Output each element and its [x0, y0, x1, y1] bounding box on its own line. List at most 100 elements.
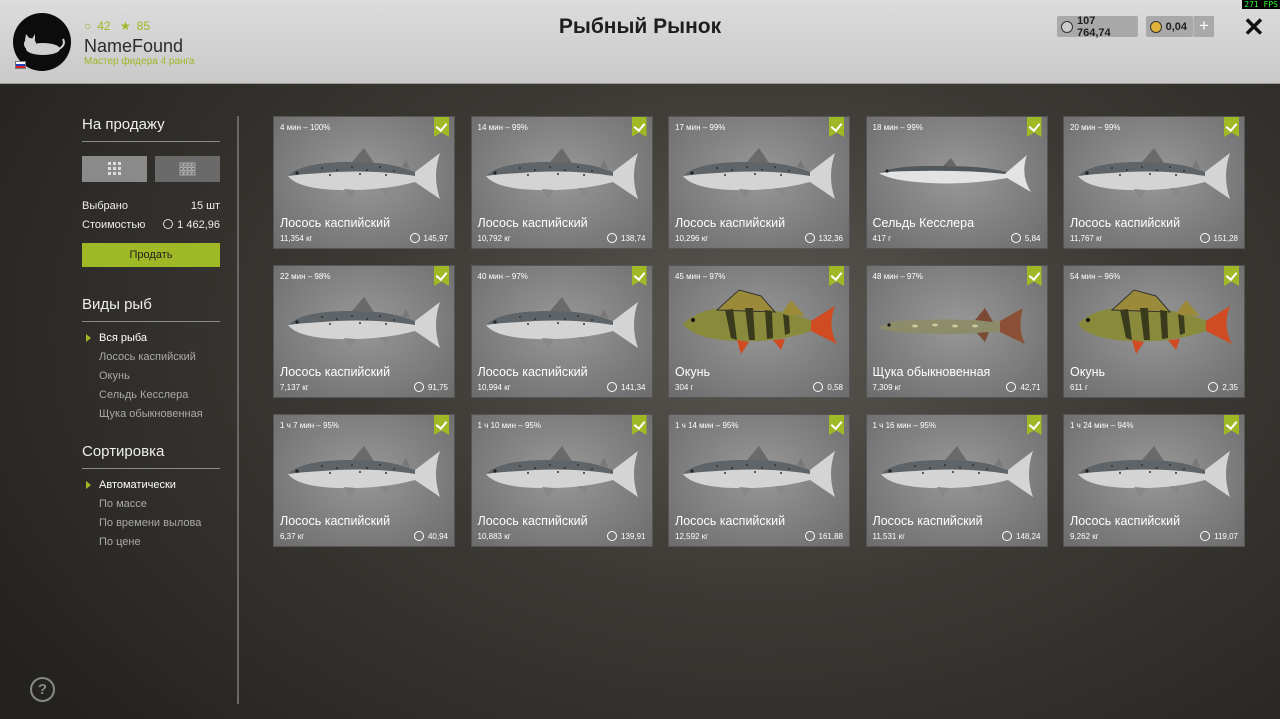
selected-check-icon[interactable] — [829, 415, 844, 435]
fish-card[interactable]: 48 мин – 97% Щука обыкновенная 7,309 кг 42,… — [865, 265, 1048, 398]
selected-check-icon[interactable] — [1026, 266, 1042, 286]
fish-price: 2,35 — [1222, 382, 1238, 392]
fish-price-wrap: 42,71 — [1006, 382, 1041, 392]
fish-price-wrap: 139,91 — [607, 531, 646, 541]
close-button[interactable]: ✕ — [1243, 14, 1265, 40]
silver-coin-icon — [413, 531, 424, 541]
gold-amount: 0,04 — [1165, 20, 1187, 33]
username: NameFound — [84, 36, 184, 56]
fish-price-wrap: 141,34 — [607, 382, 646, 392]
player-stats: ○ 42 ★ 85 — [84, 19, 150, 33]
fish-card[interactable]: 17 мин – 99% Лосось каспийский 10,296 кг 13… — [668, 116, 850, 249]
fish-name: Щука обыкновенная — [872, 365, 991, 379]
gold-balance: 0,04 — [1146, 16, 1193, 37]
fish-weight: 9,262 кг — [1070, 532, 1099, 541]
selected-check-icon[interactable] — [829, 266, 844, 286]
fish-card[interactable]: 4 мин – 100% Лосось каспийский 11,354 кг 14… — [273, 116, 455, 249]
catch-time: 18 мин – 99% — [872, 123, 923, 132]
silver-coin-icon — [1061, 20, 1073, 33]
sort-item-auto[interactable]: Автоматически — [99, 479, 201, 498]
fish-name: Лосось каспийский — [1070, 216, 1181, 230]
catch-time: 40 мин – 97% — [477, 272, 528, 281]
help-icon[interactable]: ? — [30, 677, 55, 702]
fish-weight: 10,296 кг — [675, 234, 709, 243]
species-item-perch[interactable]: Окунь — [99, 370, 203, 389]
fish-card[interactable]: 1 ч 7 мин – 95% Лосось каспийский 6,37 кг 4… — [273, 414, 455, 547]
species-item-pike[interactable]: Щука обыкновенная — [99, 408, 203, 427]
fish-card[interactable]: 22 мин – 98% Лосось каспийский 7,137 кг 91,… — [273, 265, 455, 398]
fish-weight: 11,354 кг — [280, 234, 313, 243]
fish-weight: 417 г — [872, 234, 892, 243]
fish-weight: 304 г — [675, 383, 694, 392]
fish-weight: 10,883 кг — [477, 532, 511, 541]
selected-check-icon[interactable] — [1026, 117, 1042, 137]
selected-check-icon[interactable] — [631, 266, 647, 286]
selected-check-icon[interactable] — [1224, 117, 1239, 137]
selected-check-icon[interactable] — [434, 117, 449, 137]
fish-name: Лосось каспийский — [477, 514, 588, 528]
fish-weight: 12,592 кг — [675, 532, 709, 541]
fish-price: 5,84 — [1024, 233, 1041, 243]
add-gold-button[interactable]: + — [1193, 16, 1214, 37]
fish-card[interactable]: 1 ч 14 мин – 95% Лосось каспийский 12,592 … — [668, 414, 850, 547]
silver-balance: 107 764,74 — [1057, 14, 1138, 39]
catch-time: 4 мин – 100% — [280, 123, 331, 132]
for-sale-header: На продажу — [82, 116, 220, 142]
top-bar: ○ 42 ★ 85 NameFound Мастер фидера 4 ранга … — [0, 0, 1280, 84]
fish-price: 138,74 — [621, 233, 646, 243]
catch-time: 20 мин – 99% — [1070, 123, 1121, 132]
catch-time: 1 ч 10 мин – 95% — [477, 421, 541, 430]
selected-check-icon[interactable] — [631, 415, 647, 435]
view-large-grid-button[interactable] — [82, 156, 147, 182]
selected-check-icon[interactable] — [1224, 266, 1239, 286]
species-item-salmon[interactable]: Лосось каспийский — [99, 351, 203, 370]
sort-header: Сортировка — [82, 443, 220, 469]
fish-card[interactable]: 1 ч 24 мин – 94% Лосось каспийский 9,262 к… — [1063, 414, 1245, 547]
fish-card[interactable]: 1 ч 16 мин – 95% Лосось каспийский 11,531 … — [865, 414, 1048, 547]
sort-item-mass[interactable]: По массе — [99, 498, 201, 517]
fish-price: 161,88 — [818, 531, 843, 541]
fish-card[interactable]: 54 мин – 96% Окунь 611 г 2,35 — [1063, 265, 1245, 398]
fish-card[interactable]: 14 мин – 99% Лосось каспийский 10,792 кг 13… — [470, 116, 653, 249]
selected-check-icon[interactable] — [1224, 415, 1239, 435]
sort-item-price[interactable]: По цене — [99, 536, 201, 555]
fish-price: 139,91 — [621, 531, 646, 541]
catch-time: 1 ч 7 мин – 95% — [280, 421, 340, 430]
fish-card[interactable]: 40 мин – 97% Лосось каспийский 10,994 кг 14… — [470, 265, 653, 398]
selected-label: Выбрано — [82, 200, 128, 212]
species-item-herring[interactable]: Сельдь Кесслера — [99, 389, 203, 408]
species-item-all[interactable]: Вся рыба — [99, 332, 203, 351]
fish-card[interactable]: 45 мин – 97% Окунь 304 г 0,58 — [668, 265, 850, 398]
silver-coin-icon — [409, 233, 420, 243]
star-stat: 85 — [136, 19, 151, 33]
catch-time: 22 мин – 98% — [280, 272, 331, 281]
silver-coin-icon — [1010, 233, 1021, 243]
fish-card[interactable]: 1 ч 10 мин – 95% Лосось каспийский 10,883 … — [470, 414, 653, 547]
fish-price-wrap: 0,58 — [813, 382, 843, 392]
silver-coin-icon — [804, 531, 815, 541]
fish-weight: 10,994 кг — [477, 383, 511, 392]
silver-coin-icon — [1199, 233, 1210, 243]
player-rank: Мастер фидера 4 ранга — [84, 56, 195, 67]
fish-card[interactable]: 18 мин – 99% Сельдь Кесслера 417 г 5,84 — [865, 116, 1048, 249]
silver-coin-icon — [607, 233, 618, 243]
silver-amount: 107 764,74 — [1076, 14, 1111, 39]
fish-price: 141,34 — [621, 382, 646, 392]
selected-check-icon[interactable] — [829, 117, 844, 137]
fish-name: Лосось каспийский — [675, 514, 786, 528]
selected-check-icon[interactable] — [1026, 415, 1042, 435]
fish-price: 119,07 — [1214, 531, 1238, 541]
large-grid-icon — [108, 162, 121, 175]
sort-item-catch-time[interactable]: По времени вылова — [99, 517, 201, 536]
selected-check-icon[interactable] — [631, 117, 647, 137]
fish-weight: 10,792 кг — [477, 234, 511, 243]
fish-price-wrap: 151,28 — [1199, 233, 1238, 243]
fish-card[interactable]: 20 мин – 99% Лосось каспийский 11,767 кг 15… — [1063, 116, 1245, 249]
selected-check-icon[interactable] — [434, 415, 449, 435]
view-small-grid-button[interactable] — [155, 156, 220, 182]
silver-coin-icon — [607, 531, 618, 541]
small-grid-icon — [179, 162, 196, 176]
species-list: Вся рыба Лосось каспийский Окунь Сельдь … — [99, 332, 203, 427]
sell-button[interactable]: Продать — [82, 243, 220, 267]
selected-check-icon[interactable] — [434, 266, 449, 286]
